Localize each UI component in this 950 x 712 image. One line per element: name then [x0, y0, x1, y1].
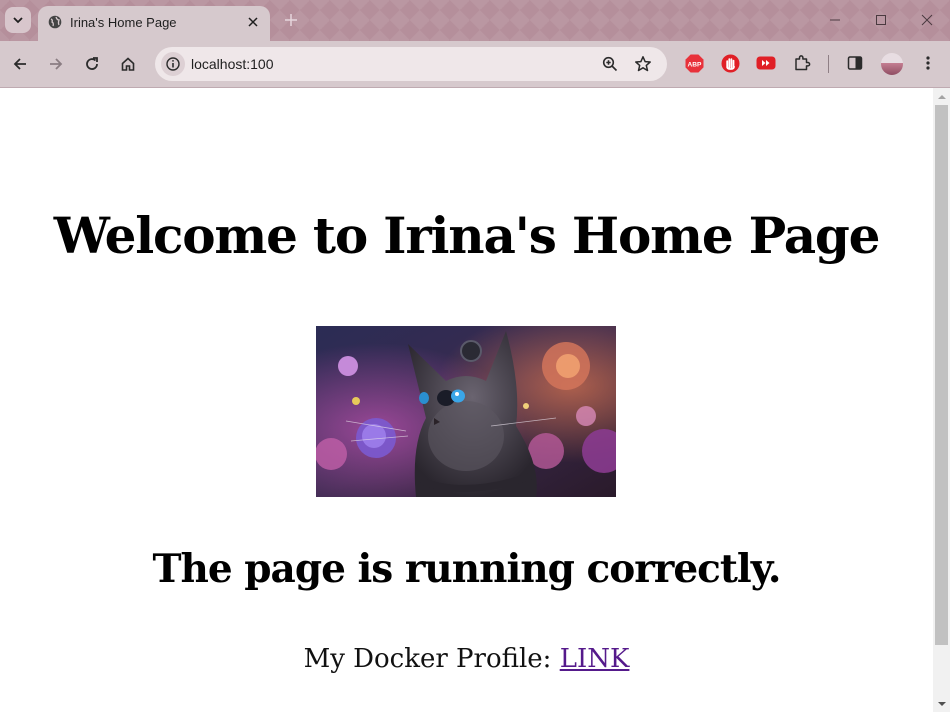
active-tab[interactable]: Irina's Home Page [38, 6, 270, 41]
reload-icon [86, 57, 98, 70]
caret-up-icon [937, 94, 946, 99]
profile-avatar[interactable] [881, 53, 903, 75]
info-icon [166, 57, 180, 71]
page-viewport: Welcome to Irina's Home Page The page is… [0, 88, 933, 712]
vertical-scrollbar[interactable] [933, 88, 950, 712]
toolbar-divider [828, 55, 829, 73]
tab-search-button[interactable] [5, 7, 31, 33]
address-url: localhost:100 [191, 56, 274, 72]
extensions-button[interactable] [792, 53, 812, 73]
globe-icon [48, 15, 62, 29]
docker-profile-line: My Docker Profile: LINK [0, 644, 933, 674]
puzzle-icon [795, 55, 811, 71]
adblock-plus-extension[interactable]: ABP [684, 53, 704, 73]
side-panel-icon [847, 56, 863, 70]
docker-profile-label: My Docker Profile: [303, 644, 552, 674]
tab-title: Irina's Home Page [70, 15, 177, 30]
back-button[interactable] [8, 52, 32, 76]
chevron-down-icon [13, 17, 23, 24]
browser-toolbar: localhost:100 ABP [0, 41, 950, 88]
status-message: The page is running correctly. [152, 546, 782, 592]
maximize-icon [876, 15, 886, 25]
tab-strip: Irina's Home Page [0, 0, 950, 41]
tab-close-button[interactable] [244, 13, 262, 31]
zoom-button[interactable] [600, 54, 620, 74]
plus-icon [285, 14, 297, 26]
kebab-menu-icon [926, 56, 930, 70]
docker-profile-link[interactable]: LINK [560, 644, 630, 674]
page-heading: Welcome to Irina's Home Page [53, 206, 881, 265]
forward-button[interactable] [44, 52, 68, 76]
close-window-button[interactable] [904, 6, 950, 34]
caret-down-icon [937, 701, 946, 706]
close-icon [921, 14, 933, 26]
minimize-button[interactable] [812, 6, 858, 34]
bookmark-button[interactable] [633, 54, 653, 74]
browser-menu-button[interactable] [918, 53, 938, 73]
home-icon [121, 57, 135, 71]
side-panel-button[interactable] [845, 53, 865, 73]
youtube-skip-icon [756, 56, 776, 70]
new-tab-button[interactable] [281, 10, 301, 30]
zoom-in-icon [602, 56, 618, 72]
arrow-right-icon [50, 58, 63, 70]
star-icon [635, 56, 651, 72]
arrow-left-icon [13, 58, 26, 70]
stop-hand-icon [721, 54, 739, 72]
scroll-down-button[interactable] [933, 695, 950, 712]
adblock-plus-label: ABP [687, 61, 702, 68]
scroll-up-button[interactable] [933, 88, 950, 105]
site-info-button[interactable] [161, 52, 185, 76]
adblock-plus-icon: ABP [685, 54, 703, 72]
home-button[interactable] [116, 52, 140, 76]
cat-illustration [316, 326, 616, 497]
stop-hand-extension[interactable] [720, 53, 740, 73]
close-icon [248, 17, 258, 27]
maximize-button[interactable] [858, 6, 904, 34]
hero-image [316, 326, 616, 497]
minimize-icon [830, 19, 840, 21]
youtube-skip-extension[interactable] [756, 53, 776, 73]
address-bar[interactable]: localhost:100 [155, 47, 667, 81]
scroll-thumb[interactable] [935, 105, 948, 645]
reload-button[interactable] [80, 52, 104, 76]
